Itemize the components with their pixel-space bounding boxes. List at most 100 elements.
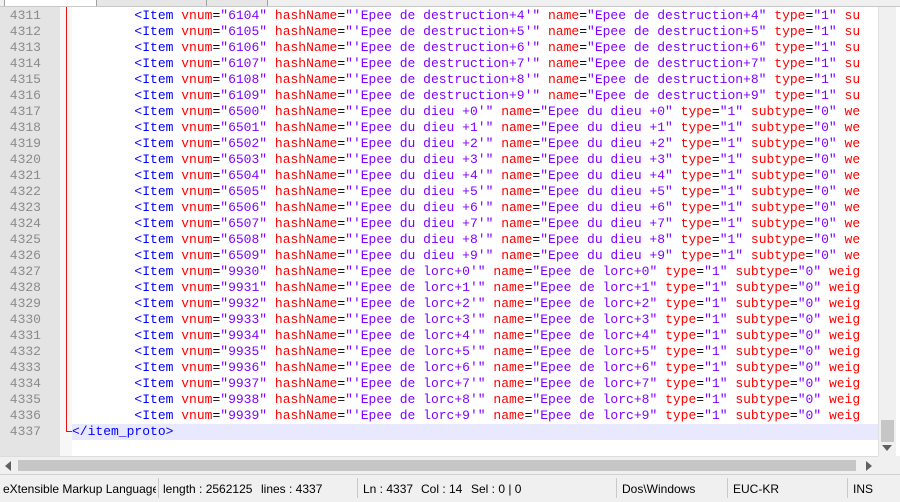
xml-equals: = — [337, 312, 346, 327]
scroll-down-arrow-icon[interactable] — [882, 445, 892, 451]
vertical-scrollbar[interactable] — [878, 7, 896, 456]
code-editor[interactable]: <Item vnum="6104" hashName="'Epee de des… — [72, 7, 878, 456]
xml-tag: <Item — [134, 24, 174, 39]
xml-attr-value: "'Epee du dieu +7'" — [345, 216, 494, 231]
xml-attr-name: su — [844, 56, 861, 71]
xml-attr-name: subtype — [735, 360, 790, 375]
code-line[interactable]: <Item vnum="6500" hashName="'Epee du die… — [72, 104, 878, 120]
scroll-right-arrow-icon[interactable] — [866, 461, 872, 471]
xml-tag: <Item — [134, 152, 174, 167]
xml-attr-value: "'Epee du dieu +8'" — [345, 232, 494, 247]
xml-equals: = — [711, 184, 720, 199]
code-line[interactable]: <Item vnum="9934" hashName="'Epee de lor… — [72, 328, 878, 344]
xml-attr-name: vnum — [181, 376, 213, 391]
line-number-gutter[interactable]: 4311 4312 4313 4314 4315 4316 4317 4318 4319 4320… — [0, 7, 60, 456]
xml-attr-name: type — [774, 88, 806, 103]
xml-attr-value: "'Epee de lorc+8'" — [345, 392, 486, 407]
xml-attr-name: type — [680, 184, 712, 199]
code-line[interactable]: </item_proto> — [72, 424, 878, 440]
xml-attr-name: type — [665, 408, 697, 423]
xml-attr-value: "'Epee du dieu +6'" — [345, 200, 494, 215]
xml-equals: = — [789, 344, 798, 359]
code-line[interactable]: <Item vnum="9933" hashName="'Epee de lor… — [72, 312, 878, 328]
code-line[interactable]: <Item vnum="9932" hashName="'Epee de lor… — [72, 296, 878, 312]
horizontal-scroll-thumb[interactable] — [18, 460, 856, 471]
line-number: 4315 — [9, 72, 41, 87]
xml-attr-value: "'Epee de lorc+7'" — [345, 376, 486, 391]
xml-attr-value: "'Epee de lorc+4'" — [345, 328, 486, 343]
code-line[interactable]: <Item vnum="9935" hashName="'Epee de lor… — [72, 344, 878, 360]
code-line[interactable]: <Item vnum="6108" hashName="'Epee de des… — [72, 72, 878, 88]
document-tab[interactable] — [96, 0, 208, 6]
xml-attr-value: "Epee de lorc+8" — [532, 392, 658, 407]
xml-attr-value: "1" — [719, 200, 744, 215]
document-tab-active[interactable] — [4, 0, 98, 6]
xml-attr-name: type — [774, 40, 806, 55]
code-line[interactable]: <Item vnum="6109" hashName="'Epee de des… — [72, 88, 878, 104]
code-line[interactable]: <Item vnum="9937" hashName="'Epee de lor… — [72, 376, 878, 392]
xml-attr-value: "6508" — [220, 232, 268, 247]
code-line[interactable]: <Item vnum="6106" hashName="'Epee de des… — [72, 40, 878, 56]
xml-attr-value: "Epee de lorc+3" — [532, 312, 658, 327]
code-line[interactable]: <Item vnum="6105" hashName="'Epee de des… — [72, 24, 878, 40]
xml-attr-value: "1" — [813, 88, 837, 103]
line-number: 4322 — [9, 184, 41, 199]
xml-attr-name: we — [844, 232, 861, 247]
xml-attr-name: subtype — [750, 120, 806, 135]
xml-attr-value: "1" — [704, 376, 728, 391]
code-line[interactable]: <Item vnum="6104" hashName="'Epee de des… — [72, 8, 878, 24]
vertical-scroll-thumb[interactable] — [881, 420, 894, 442]
line-number: 4329 — [9, 296, 41, 311]
xml-attr-name: name — [493, 280, 525, 295]
xml-attr-name: name — [493, 312, 525, 327]
xml-tag: <Item — [134, 280, 174, 295]
xml-attr-name: type — [665, 296, 697, 311]
xml-attr-value: "1" — [719, 184, 744, 199]
code-line[interactable]: <Item vnum="9936" hashName="'Epee de lor… — [72, 360, 878, 376]
xml-tag: <Item — [134, 40, 174, 55]
code-line[interactable]: <Item vnum="6501" hashName="'Epee du die… — [72, 120, 878, 136]
xml-attr-value: "0" — [813, 216, 837, 231]
xml-attr-name: hashName — [274, 184, 338, 199]
code-line[interactable]: <Item vnum="6504" hashName="'Epee du die… — [72, 168, 878, 184]
code-line[interactable]: <Item vnum="6507" hashName="'Epee du die… — [72, 216, 878, 232]
code-line[interactable]: <Item vnum="6502" hashName="'Epee du die… — [72, 136, 878, 152]
xml-attr-name: vnum — [181, 280, 213, 295]
xml-equals: = — [711, 232, 720, 247]
code-line[interactable]: <Item vnum="6508" hashName="'Epee du die… — [72, 232, 878, 248]
code-line[interactable]: <Item vnum="6509" hashName="'Epee du die… — [72, 248, 878, 264]
xml-attr-name: subtype — [735, 280, 790, 295]
scroll-left-arrow-icon[interactable] — [5, 461, 11, 471]
xml-attr-value: "9934" — [220, 328, 268, 343]
xml-tag: <Item — [134, 216, 174, 231]
xml-attr-name: subtype — [750, 248, 806, 263]
code-line[interactable]: <Item vnum="6503" hashName="'Epee du die… — [72, 152, 878, 168]
xml-attr-name: vnum — [181, 120, 213, 135]
code-line[interactable]: <Item vnum="9938" hashName="'Epee de lor… — [72, 392, 878, 408]
xml-attr-value: "Epee de destruction+4" — [587, 8, 767, 23]
document-tab[interactable] — [206, 0, 268, 6]
xml-attr-name: type — [680, 168, 712, 183]
xml-attr-name: vnum — [181, 104, 213, 119]
xml-attr-name: type — [680, 120, 712, 135]
xml-attr-name: vnum — [181, 312, 213, 327]
xml-attr-name: vnum — [181, 328, 213, 343]
horizontal-scrollbar[interactable] — [0, 456, 878, 474]
code-line[interactable]: <Item vnum="6505" hashName="'Epee du die… — [72, 184, 878, 200]
xml-equals: = — [337, 232, 346, 247]
xml-attr-name: name — [493, 360, 525, 375]
xml-attr-value: "Epee du dieu +4" — [540, 168, 673, 183]
xml-attr-name: weig — [828, 392, 861, 407]
xml-attr-value: "1" — [704, 280, 728, 295]
xml-attr-name: type — [665, 328, 697, 343]
xml-attr-value: "0" — [797, 328, 822, 343]
code-line[interactable]: <Item vnum="9939" hashName="'Epee de lor… — [72, 408, 878, 424]
code-line[interactable]: <Item vnum="9930" hashName="'Epee de lor… — [72, 264, 878, 280]
xml-attr-value: "9936" — [220, 360, 268, 375]
code-line[interactable]: <Item vnum="6506" hashName="'Epee du die… — [72, 200, 878, 216]
code-line[interactable]: <Item vnum="9931" hashName="'Epee de lor… — [72, 280, 878, 296]
xml-attr-name: type — [774, 72, 806, 87]
code-line[interactable]: <Item vnum="6107" hashName="'Epee de des… — [72, 56, 878, 72]
xml-attr-name: we — [844, 168, 861, 183]
xml-tag: <Item — [134, 312, 174, 327]
